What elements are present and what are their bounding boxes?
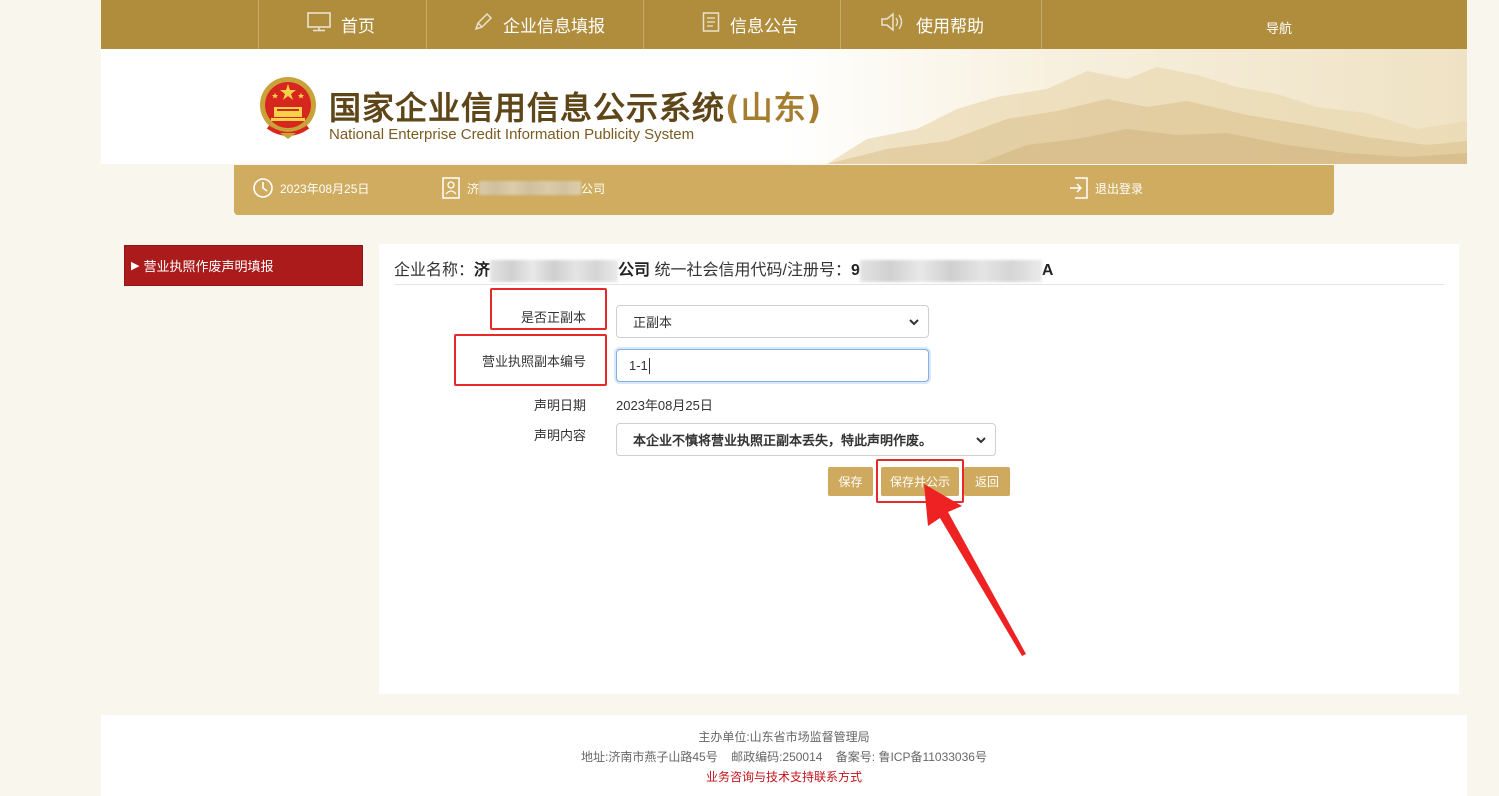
nav-item-enterprise-report[interactable]: 企业信息填报: [473, 0, 605, 49]
site-title: 国家企业信用信息公示系统(山东): [329, 83, 822, 129]
text-caret: [648, 357, 650, 374]
declaration-date-label: 声明日期: [533, 398, 586, 413]
footer-contact-link[interactable]: 业务咨询与技术支持联系方式: [101, 768, 1467, 785]
copy-type-select[interactable]: 正副本: [616, 305, 929, 338]
site-subtitle: National Enterprise Credit Information P…: [329, 126, 695, 143]
license-copy-number-value: 1-1: [629, 358, 648, 373]
save-button[interactable]: 保存: [828, 467, 873, 496]
company-name-prefix: 济: [474, 262, 491, 279]
site-banner: 国家企业信用信息公示系统(山东) National Enterprise Cre…: [101, 49, 1467, 164]
license-copy-number-input[interactable]: 1-1: [616, 349, 929, 382]
company-info-line: 企业名称：济 公司 统一社会信用代码/注册号：9 A: [394, 256, 1053, 282]
copy-type-value: 正副本: [633, 315, 673, 330]
nav-separator: [840, 0, 841, 49]
credit-code-label: 统一社会信用代码/注册号：: [654, 262, 851, 279]
document-icon: [702, 12, 720, 37]
nav-separator: [643, 0, 644, 49]
nav-label-enterprise-report: 企业信息填报: [503, 17, 605, 36]
footer-sponsor: 主办单位:山东省市场监督管理局: [698, 730, 870, 744]
nav-separator: [426, 0, 427, 49]
current-date: 2023年08月25日: [252, 165, 369, 211]
page-footer: 主办单位:山东省市场监督管理局 地址:济南市燕子山路45号 邮政编码:25001…: [101, 715, 1467, 796]
logout-icon: [1070, 177, 1088, 199]
annotation-arrow-icon: [924, 484, 1026, 656]
user-info-bar: 2023年08月25日 济 公司 退出登录: [234, 165, 1334, 215]
divider: [394, 284, 1444, 285]
company-name-suffix: 公司: [618, 262, 651, 279]
declaration-content-label: 声明内容: [533, 428, 586, 443]
redacted-company-name: [479, 181, 582, 195]
triangle-right-icon: ▶: [131, 260, 140, 272]
nav-hint[interactable]: 导航: [1266, 18, 1292, 37]
declaration-content-value: 本企业不慎将营业执照正副本丢失，特此声明作废。: [633, 433, 933, 448]
nav-separator: [258, 0, 259, 49]
national-emblem-icon: [258, 75, 318, 141]
nav-label-help: 使用帮助: [916, 17, 984, 36]
monitor-icon: [307, 12, 331, 37]
top-navigation: 首页 企业信息填报 信息公告 使用帮助 导航: [101, 0, 1467, 49]
footer-address: 地址:济南市燕子山路45号 邮政编码:250014 备案号: 鲁ICP备1103…: [581, 750, 987, 764]
annotation-box-copy-type: [490, 288, 607, 330]
redacted-credit-code: [859, 259, 1042, 282]
nav-label-announcements: 信息公告: [730, 17, 798, 36]
current-company: 济 公司: [441, 165, 605, 211]
site-title-main: 国家企业信用信息公示系统: [329, 89, 726, 127]
credit-code-suffix: A: [1041, 262, 1054, 279]
mountain-illustration: [827, 67, 1467, 164]
nav-item-home[interactable]: 首页: [307, 0, 375, 49]
logout-link[interactable]: 退出登录: [1069, 165, 1143, 211]
sidebar-item-license-void-declaration[interactable]: ▶ 营业执照作废声明填报: [124, 245, 363, 286]
nav-separator: [1041, 0, 1042, 49]
nav-item-announcements[interactable]: 信息公告: [702, 0, 798, 49]
clock-icon: [253, 178, 273, 198]
chevron-down-icon: [976, 437, 986, 444]
declaration-date-value: 2023年08月25日: [616, 398, 713, 413]
company-badge-icon: [442, 177, 460, 199]
company-name-suffix: 公司: [581, 181, 606, 196]
company-name-label: 企业名称：: [394, 262, 475, 279]
annotation-box-license-number: [454, 334, 607, 386]
credit-code-prefix: 9: [850, 262, 860, 279]
company-name-prefix: 济: [467, 181, 480, 196]
chevron-down-icon: [909, 319, 919, 326]
redacted-company-name: [490, 259, 619, 282]
nav-label-home: 首页: [341, 17, 375, 36]
declaration-content-select[interactable]: 本企业不慎将营业执照正副本丢失，特此声明作废。: [616, 423, 996, 456]
nav-item-help[interactable]: 使用帮助: [880, 0, 984, 49]
current-date-text: 2023年08月25日: [280, 181, 370, 196]
logout-label: 退出登录: [1095, 181, 1144, 196]
sidebar-item-label: 营业执照作废声明填报: [143, 259, 274, 274]
speaker-icon: [880, 12, 906, 37]
pen-icon: [473, 12, 493, 37]
site-title-region: (山东): [725, 89, 823, 127]
